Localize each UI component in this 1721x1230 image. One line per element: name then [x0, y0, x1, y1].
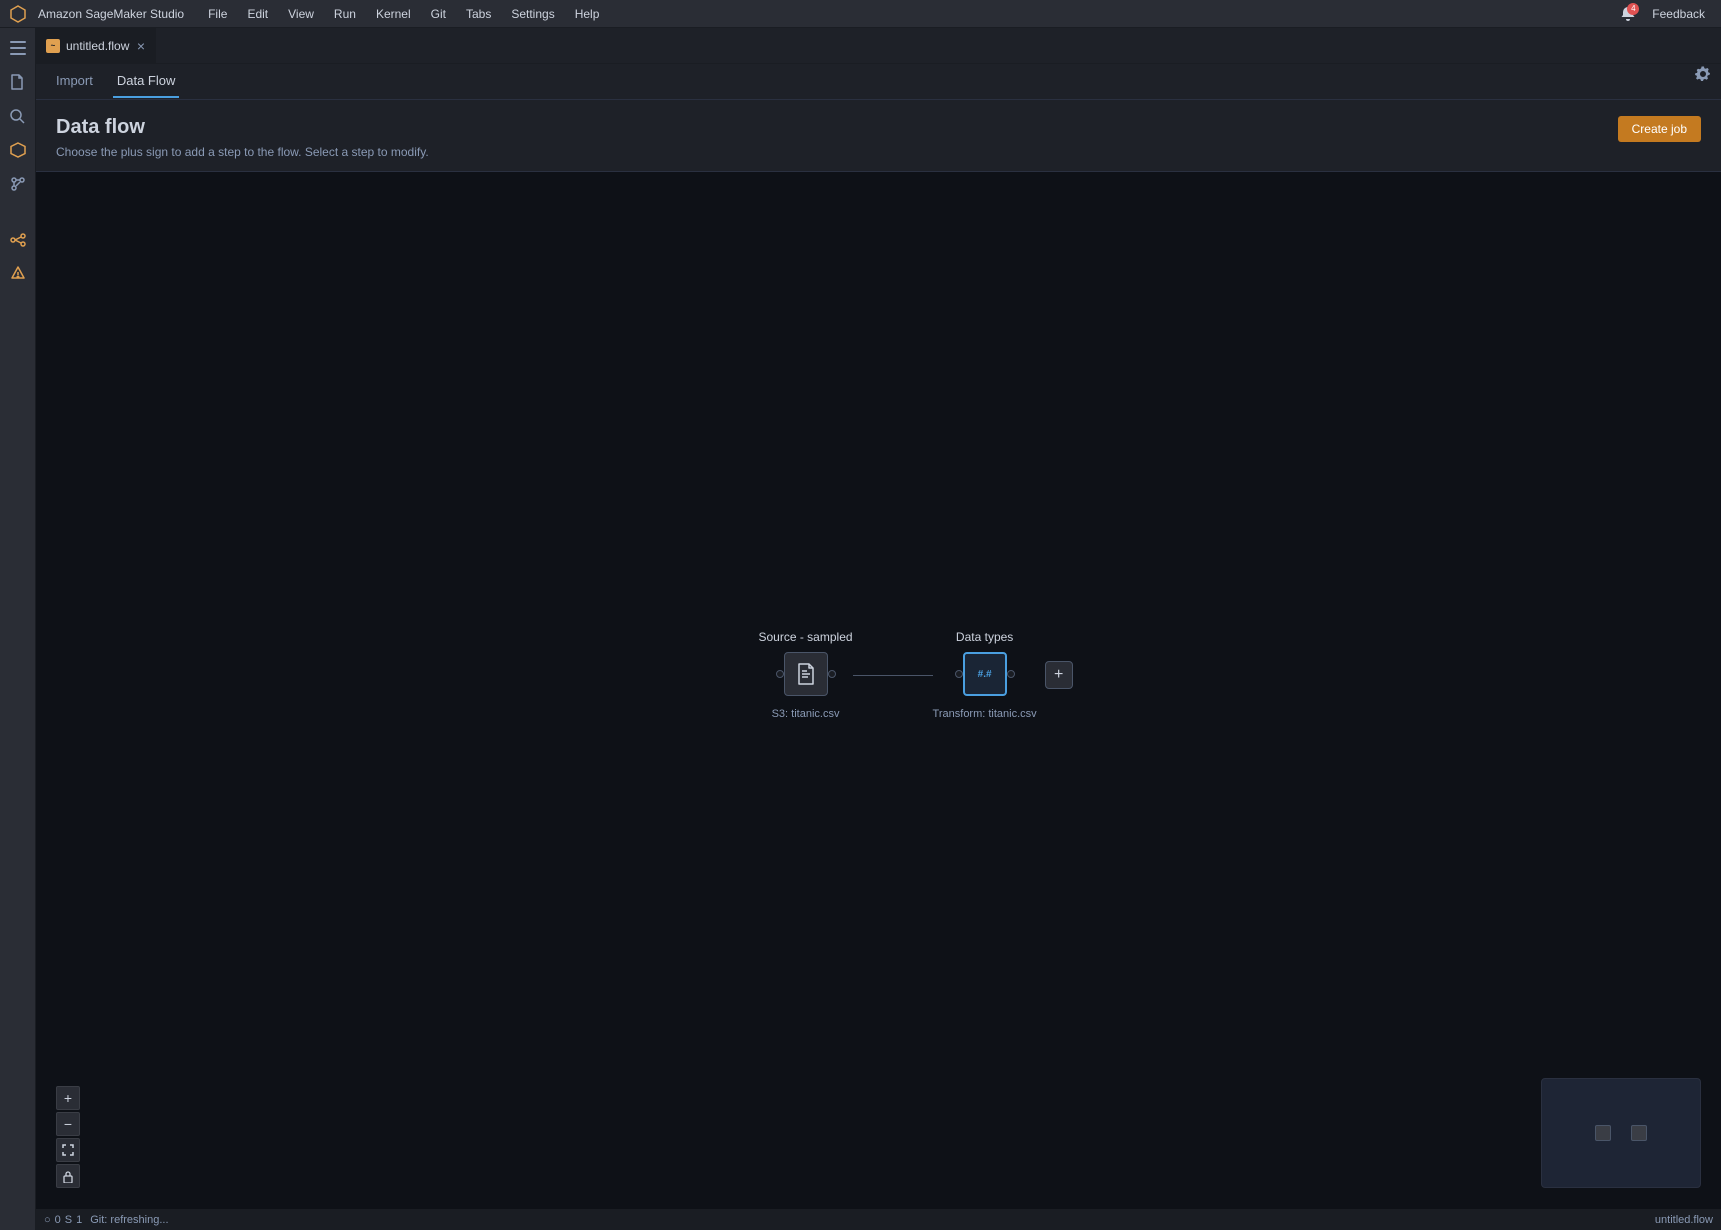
tab-untitled-flow[interactable]: ~ untitled.flow × [36, 28, 156, 63]
sidebar-icon-search[interactable] [2, 100, 34, 132]
sidebar-icon-deploy[interactable] [2, 258, 34, 290]
flow-connector-line [853, 675, 933, 676]
page-header: Data flow Choose the plus sign to add a … [36, 100, 1721, 172]
status-num1: 0 [55, 1214, 61, 1226]
source-left-connector [776, 670, 784, 678]
source-node-box[interactable] [784, 652, 828, 696]
transform-node-box[interactable]: #.# [963, 652, 1007, 696]
sidebar-icon-menu[interactable] [2, 32, 34, 64]
feedback-button[interactable]: Feedback [1644, 5, 1713, 23]
notification-badge: 4 [1627, 3, 1639, 15]
source-node-box-container [776, 652, 836, 696]
menu-file[interactable]: File [200, 5, 235, 23]
menu-help[interactable]: Help [567, 5, 608, 23]
sidebar-icon-pipelines[interactable] [2, 224, 34, 256]
menu-settings[interactable]: Settings [503, 5, 562, 23]
source-node[interactable]: Source - sampled [759, 630, 853, 720]
add-step-button[interactable]: + [1045, 661, 1073, 689]
notification-button[interactable]: 4 [1616, 2, 1640, 26]
status-num3: 1 [76, 1214, 82, 1226]
zoom-lock-button[interactable] [56, 1164, 80, 1188]
transform-node-label: Data types [956, 630, 1013, 644]
flow-canvas[interactable]: Source - sampled [36, 172, 1721, 1208]
menu-edit[interactable]: Edit [239, 5, 276, 23]
zoom-fit-button[interactable] [56, 1138, 80, 1162]
zoom-in-button[interactable]: + [56, 1086, 80, 1110]
transform-node-icon-text: #.# [978, 669, 992, 680]
minimap-nodes [1595, 1125, 1647, 1141]
source-right-connector [828, 670, 836, 678]
minimap-node-source [1595, 1125, 1611, 1141]
settings-corner-icon[interactable] [1685, 56, 1721, 92]
source-node-label: Source - sampled [759, 630, 853, 644]
transform-node-sublabel: Transform: titanic.csv [933, 708, 1037, 720]
minimap-node-transform [1631, 1125, 1647, 1141]
status-circle: ○ [44, 1214, 51, 1226]
transform-left-connector [955, 670, 963, 678]
transform-node-box-container: #.# [955, 652, 1015, 696]
tab-filename: untitled.flow [66, 39, 129, 53]
menu-kernel[interactable]: Kernel [368, 5, 419, 23]
zoom-out-button[interactable]: − [56, 1112, 80, 1136]
menubar: Amazon SageMaker Studio File Edit View R… [0, 0, 1721, 28]
subtab-dataflow[interactable]: Data Flow [113, 65, 180, 98]
tab-close-icon[interactable]: × [137, 39, 145, 53]
statusbar: ○ 0 S 1 Git: refreshing... untitled.flow [36, 1208, 1721, 1230]
transform-right-connector [1007, 670, 1015, 678]
menu-tabs[interactable]: Tabs [458, 5, 499, 23]
page-description: Choose the plus sign to add a step to th… [56, 145, 429, 159]
minimap [1541, 1078, 1701, 1188]
app-logo [8, 4, 28, 24]
tab-icon: ~ [46, 39, 60, 53]
sidebar [0, 28, 36, 1230]
tabbar: ~ untitled.flow × [36, 28, 1721, 64]
subtab-import[interactable]: Import [52, 65, 97, 98]
sidebar-icon-sagemaker[interactable] [2, 134, 34, 166]
menu-view[interactable]: View [280, 5, 322, 23]
page-title: Data flow [56, 116, 429, 139]
zoom-controls: + − [56, 1086, 80, 1188]
main-layout: ~ untitled.flow × Import Data Flow Data … [0, 28, 1721, 1230]
subtabbar: Import Data Flow [36, 64, 1721, 100]
status-filename: untitled.flow [1655, 1214, 1713, 1226]
create-job-button[interactable]: Create job [1618, 116, 1701, 142]
sidebar-icon-git[interactable] [2, 168, 34, 200]
git-status: Git: refreshing... [90, 1214, 168, 1226]
flow-container: Source - sampled [759, 630, 1073, 720]
content-area: ~ untitled.flow × Import Data Flow Data … [36, 28, 1721, 1230]
menu-run[interactable]: Run [326, 5, 364, 23]
header-left: Data flow Choose the plus sign to add a … [56, 116, 429, 159]
menu-git[interactable]: Git [423, 5, 454, 23]
sidebar-icon-files[interactable] [2, 66, 34, 98]
app-name: Amazon SageMaker Studio [38, 7, 184, 21]
source-node-sublabel: S3: titanic.csv [772, 708, 840, 720]
status-indicators: ○ 0 S 1 [44, 1214, 82, 1226]
transform-node[interactable]: Data types #.# Transform: titanic.csv [933, 630, 1037, 720]
status-s: S [65, 1214, 72, 1226]
